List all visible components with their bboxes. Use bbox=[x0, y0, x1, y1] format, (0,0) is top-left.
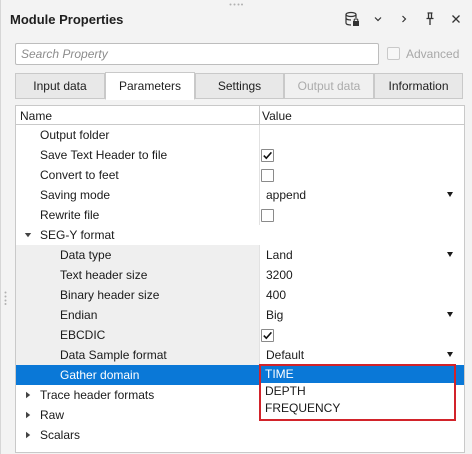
property-name: Text header size bbox=[60, 268, 148, 282]
dropdown-option-depth[interactable]: DEPTH bbox=[261, 383, 454, 400]
ebcdic-checkbox[interactable] bbox=[261, 329, 274, 342]
group-name: Trace header formats bbox=[40, 388, 155, 402]
dropdown-option-frequency[interactable]: FREQUENCY bbox=[261, 400, 454, 417]
rewrite-file-checkbox[interactable] bbox=[261, 209, 274, 222]
property-group-scalars[interactable]: Scalars bbox=[16, 425, 464, 445]
gather-domain-dropdown-list[interactable]: TIME DEPTH FREQUENCY bbox=[259, 364, 456, 421]
expand-caret-down-icon[interactable] bbox=[23, 230, 33, 240]
tab-input-data[interactable]: Input data bbox=[15, 73, 105, 99]
group-name: SEG-Y format bbox=[40, 228, 115, 242]
data-sample-format-value[interactable]: Default bbox=[266, 348, 304, 362]
group-name: Raw bbox=[40, 408, 65, 422]
dropdown-arrow-icon[interactable] bbox=[447, 252, 453, 257]
property-name: Convert to feet bbox=[40, 168, 119, 182]
property-row-data-type[interactable]: Data type Land bbox=[16, 245, 464, 265]
property-name: Data type bbox=[60, 248, 112, 262]
property-row-binary-header-size[interactable]: Binary header size 400 bbox=[16, 285, 464, 305]
property-name: Save Text Header to file bbox=[40, 148, 168, 162]
dropdown-scroll-indicator bbox=[457, 366, 462, 383]
property-row-convert-to-feet[interactable]: Convert to feet bbox=[16, 165, 464, 185]
splitter-grip-icon[interactable] bbox=[4, 291, 7, 305]
text-header-size-value[interactable]: 3200 bbox=[266, 268, 293, 282]
property-name: Endian bbox=[60, 308, 98, 322]
module-properties-panel: Module Properties Search Property Advanc… bbox=[0, 0, 472, 454]
tab-output-data: Output data bbox=[284, 73, 374, 99]
header-toolbar bbox=[335, 10, 465, 28]
property-name: Binary header size bbox=[60, 288, 160, 302]
chevron-right-icon[interactable] bbox=[395, 10, 413, 28]
property-name: EBCDIC bbox=[60, 328, 106, 342]
column-header-name[interactable]: Name bbox=[20, 109, 52, 123]
saving-mode-value[interactable]: append bbox=[266, 188, 306, 202]
column-separator[interactable] bbox=[259, 106, 260, 125]
column-header-value[interactable]: Value bbox=[262, 109, 292, 123]
dropdown-option-time[interactable]: TIME bbox=[261, 366, 454, 383]
tab-bar: Input data Parameters Settings Output da… bbox=[15, 72, 465, 100]
dropdown-arrow-icon[interactable] bbox=[447, 352, 453, 357]
panel-title: Module Properties bbox=[10, 12, 124, 27]
pin-icon[interactable] bbox=[421, 10, 439, 28]
property-name: Data Sample format bbox=[60, 348, 167, 362]
database-lock-icon[interactable] bbox=[343, 10, 361, 28]
convert-to-feet-checkbox[interactable] bbox=[261, 169, 274, 182]
grid-header: Name Value bbox=[16, 106, 464, 125]
property-row-save-text-header[interactable]: Save Text Header to file bbox=[16, 145, 464, 165]
tab-information[interactable]: Information bbox=[374, 73, 463, 99]
expand-caret-right-icon[interactable] bbox=[23, 390, 33, 400]
advanced-label: Advanced bbox=[406, 47, 460, 61]
property-row-output-folder[interactable]: Output folder bbox=[16, 125, 464, 145]
chevron-down-icon[interactable] bbox=[369, 10, 387, 28]
data-type-value[interactable]: Land bbox=[266, 248, 293, 262]
property-row-saving-mode[interactable]: Saving mode append bbox=[16, 185, 464, 205]
tab-settings[interactable]: Settings bbox=[195, 73, 284, 99]
property-row-data-sample-format[interactable]: Data Sample format Default bbox=[16, 345, 464, 365]
property-row-rewrite-file[interactable]: Rewrite file bbox=[16, 205, 464, 225]
panel-header: Module Properties bbox=[1, 0, 472, 38]
property-group-segy-format[interactable]: SEG-Y format bbox=[16, 225, 464, 245]
property-row-ebcdic[interactable]: EBCDIC bbox=[16, 325, 464, 345]
property-row-text-header-size[interactable]: Text header size 3200 bbox=[16, 265, 464, 285]
advanced-checkbox[interactable] bbox=[387, 47, 400, 60]
dropdown-arrow-icon[interactable] bbox=[447, 192, 453, 197]
close-icon[interactable] bbox=[447, 10, 465, 28]
property-name: Saving mode bbox=[40, 188, 111, 202]
binary-header-size-value[interactable]: 400 bbox=[266, 288, 286, 302]
property-name: Output folder bbox=[40, 128, 110, 142]
save-text-header-checkbox[interactable] bbox=[261, 149, 274, 162]
property-name: Rewrite file bbox=[40, 208, 100, 222]
property-name: Gather domain bbox=[60, 368, 140, 382]
search-property-input[interactable] bbox=[15, 43, 379, 65]
group-name: Scalars bbox=[40, 428, 81, 442]
expand-caret-right-icon[interactable] bbox=[23, 410, 33, 420]
expand-caret-right-icon[interactable] bbox=[23, 430, 33, 440]
dropdown-arrow-icon[interactable] bbox=[447, 312, 453, 317]
tab-parameters[interactable]: Parameters bbox=[105, 72, 195, 100]
endian-value[interactable]: Big bbox=[266, 308, 283, 322]
property-row-endian[interactable]: Endian Big bbox=[16, 305, 464, 325]
